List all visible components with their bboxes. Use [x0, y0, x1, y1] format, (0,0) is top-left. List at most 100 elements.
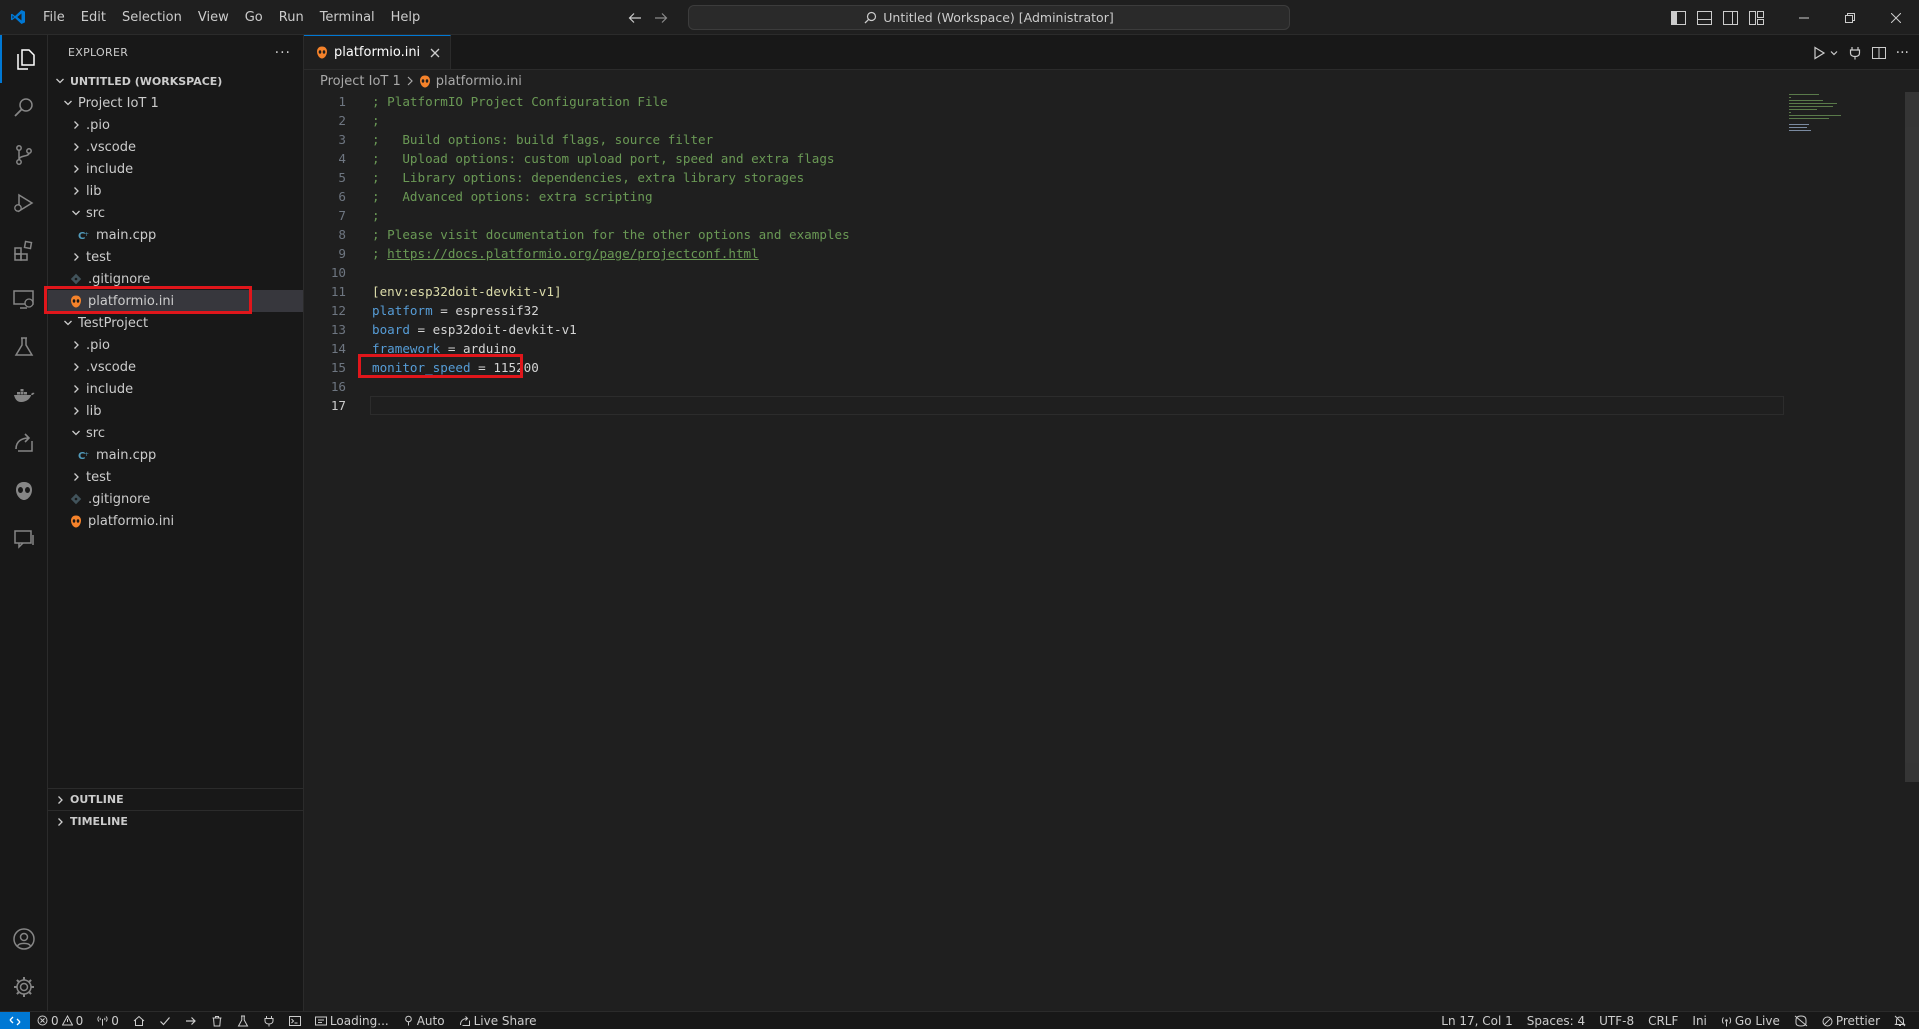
menu-terminal[interactable]: Terminal: [312, 0, 383, 35]
tree-folder-include[interactable]: include: [48, 378, 303, 400]
run-dropdown-chevron-icon[interactable]: [1830, 49, 1838, 57]
editor-more-actions-icon[interactable]: ···: [1896, 45, 1909, 61]
live-share-button[interactable]: Live Share: [452, 1012, 544, 1029]
pio-serial-monitor-plug-icon[interactable]: [256, 1012, 282, 1029]
breadcrumb-folder[interactable]: Project IoT 1: [320, 74, 401, 89]
breadcrumb-file[interactable]: platformio.ini: [436, 74, 522, 89]
docs-link[interactable]: https://docs.platformio.org/page/project…: [387, 246, 759, 261]
pio-terminal-icon[interactable]: [282, 1012, 308, 1029]
tab-platformio-ini[interactable]: platformio.ini: [304, 35, 452, 69]
vertical-scrollbar[interactable]: [1905, 92, 1919, 782]
pio-upload-arrow-icon[interactable]: [178, 1012, 204, 1029]
live-share-activity-icon[interactable]: [0, 419, 48, 467]
tree-folder-testproject[interactable]: TestProject: [48, 312, 303, 334]
tree-folder-vscode[interactable]: .vscode: [48, 136, 303, 158]
outline-section-header[interactable]: OUTLINE: [48, 788, 304, 810]
pio-clean-trash-icon[interactable]: [204, 1012, 230, 1029]
restore-icon[interactable]: [1827, 0, 1873, 35]
minimap[interactable]: [1789, 92, 1859, 132]
explorer-files-icon[interactable]: [0, 35, 48, 83]
tree-folder-pio[interactable]: .pio: [48, 114, 303, 136]
ports-indicator[interactable]: 0: [90, 1012, 126, 1029]
code-line-text: ; Advanced options: extra scripting: [372, 189, 653, 204]
platformio-alien-icon[interactable]: [0, 467, 48, 515]
tree-folder-vscode[interactable]: .vscode: [48, 356, 303, 378]
customize-layout-icon[interactable]: [1743, 0, 1769, 35]
eol-setting[interactable]: CRLF: [1641, 1012, 1685, 1029]
tree-file-gitignore[interactable]: .gitignore: [48, 488, 303, 510]
code-line: 11 [env:esp32doit-devkit-v1]: [304, 282, 1784, 301]
source-control-icon[interactable]: [0, 131, 48, 179]
toggle-panel-icon[interactable]: [1691, 0, 1717, 35]
menu-run[interactable]: Run: [271, 0, 312, 35]
tree-file-gitignore[interactable]: .gitignore: [48, 268, 303, 290]
command-center-search[interactable]: Untitled (Workspace) [Administrator]: [688, 5, 1290, 30]
menu-edit[interactable]: Edit: [73, 0, 114, 35]
code-line-text: ; PlatformIO Project Configuration File: [372, 94, 668, 109]
git-file-icon: [68, 273, 84, 285]
copilot-disabled-icon[interactable]: [1787, 1012, 1815, 1029]
remote-explorer-icon[interactable]: [0, 275, 48, 323]
accounts-icon[interactable]: [0, 915, 48, 963]
prettier-button[interactable]: Prettier: [1815, 1012, 1887, 1029]
tree-folder-lib[interactable]: lib: [48, 400, 303, 422]
workspace-section-header[interactable]: UNTITLED (WORKSPACE): [48, 70, 303, 92]
tree-file-main-cpp[interactable]: C + main.cpp: [48, 224, 303, 246]
run-file-icon[interactable]: [1812, 45, 1826, 60]
remote-indicator-icon[interactable]: [0, 1011, 30, 1029]
run-debug-icon[interactable]: [0, 179, 48, 227]
search-activity-icon[interactable]: [0, 83, 48, 131]
close-tab-icon[interactable]: [430, 48, 440, 58]
forward-arrow-icon[interactable]: [654, 11, 668, 25]
problems-indicator[interactable]: 0 0: [30, 1012, 90, 1029]
toggle-primary-sidebar-icon[interactable]: [1665, 0, 1691, 35]
menu-go[interactable]: Go: [237, 0, 271, 35]
split-editor-icon[interactable]: [1871, 46, 1886, 60]
chevron-right-icon: [68, 340, 84, 350]
more-actions-icon[interactable]: ···: [275, 45, 291, 61]
tree-file-platformio-ini[interactable]: platformio.ini: [48, 290, 303, 312]
menu-file[interactable]: File: [35, 0, 73, 35]
go-live-button[interactable]: Go Live: [1714, 1012, 1787, 1029]
menu-view[interactable]: View: [190, 0, 237, 35]
cursor-position[interactable]: Ln 17, Col 1: [1434, 1012, 1520, 1029]
pio-test-flask-icon[interactable]: [230, 1012, 256, 1029]
pio-build-check-icon[interactable]: [152, 1012, 178, 1029]
code-line-text: ;: [372, 208, 380, 223]
extensions-icon[interactable]: [0, 227, 48, 275]
docker-icon[interactable]: [0, 371, 48, 419]
indentation-setting[interactable]: Spaces: 4: [1520, 1012, 1592, 1029]
platformio-plug-icon[interactable]: [1848, 46, 1862, 60]
minimize-icon[interactable]: [1781, 0, 1827, 35]
notifications-bell-icon[interactable]: [1887, 1012, 1913, 1029]
tree-file-main-cpp[interactable]: C + main.cpp: [48, 444, 303, 466]
chat-panel-icon[interactable]: [0, 515, 48, 563]
tree-folder-test[interactable]: test: [48, 466, 303, 488]
tree-item-label: .pio: [86, 117, 110, 133]
tree-item-label: .pio: [86, 337, 110, 353]
timeline-section-header[interactable]: TIMELINE: [48, 810, 304, 832]
tree-folder-lib[interactable]: lib: [48, 180, 303, 202]
auto-env-indicator[interactable]: Auto: [396, 1012, 452, 1029]
code-editor[interactable]: 1 ; PlatformIO Project Configuration File…: [304, 92, 1784, 415]
tree-folder-project-iot-1[interactable]: Project IoT 1: [48, 92, 303, 114]
tree-folder-src[interactable]: src: [48, 202, 303, 224]
back-arrow-icon[interactable]: [628, 11, 642, 25]
tree-folder-test[interactable]: test: [48, 246, 303, 268]
loading-indicator[interactable]: Loading...: [308, 1012, 396, 1029]
menu-selection[interactable]: Selection: [114, 0, 190, 35]
manage-gear-icon[interactable]: [0, 963, 48, 1011]
outline-label: OUTLINE: [70, 793, 124, 806]
toggle-secondary-sidebar-icon[interactable]: [1717, 0, 1743, 35]
tree-folder-pio[interactable]: .pio: [48, 334, 303, 356]
code-line-text: ;: [372, 113, 380, 128]
testing-flask-icon[interactable]: [0, 323, 48, 371]
menu-help[interactable]: Help: [383, 0, 429, 35]
tree-folder-include[interactable]: include: [48, 158, 303, 180]
pio-home-icon[interactable]: [126, 1012, 152, 1029]
language-mode[interactable]: Ini: [1685, 1012, 1713, 1029]
close-window-icon[interactable]: [1873, 0, 1919, 35]
encoding-setting[interactable]: UTF-8: [1592, 1012, 1641, 1029]
tree-folder-src[interactable]: src: [48, 422, 303, 444]
tree-file-platformio-ini[interactable]: platformio.ini: [48, 510, 303, 532]
